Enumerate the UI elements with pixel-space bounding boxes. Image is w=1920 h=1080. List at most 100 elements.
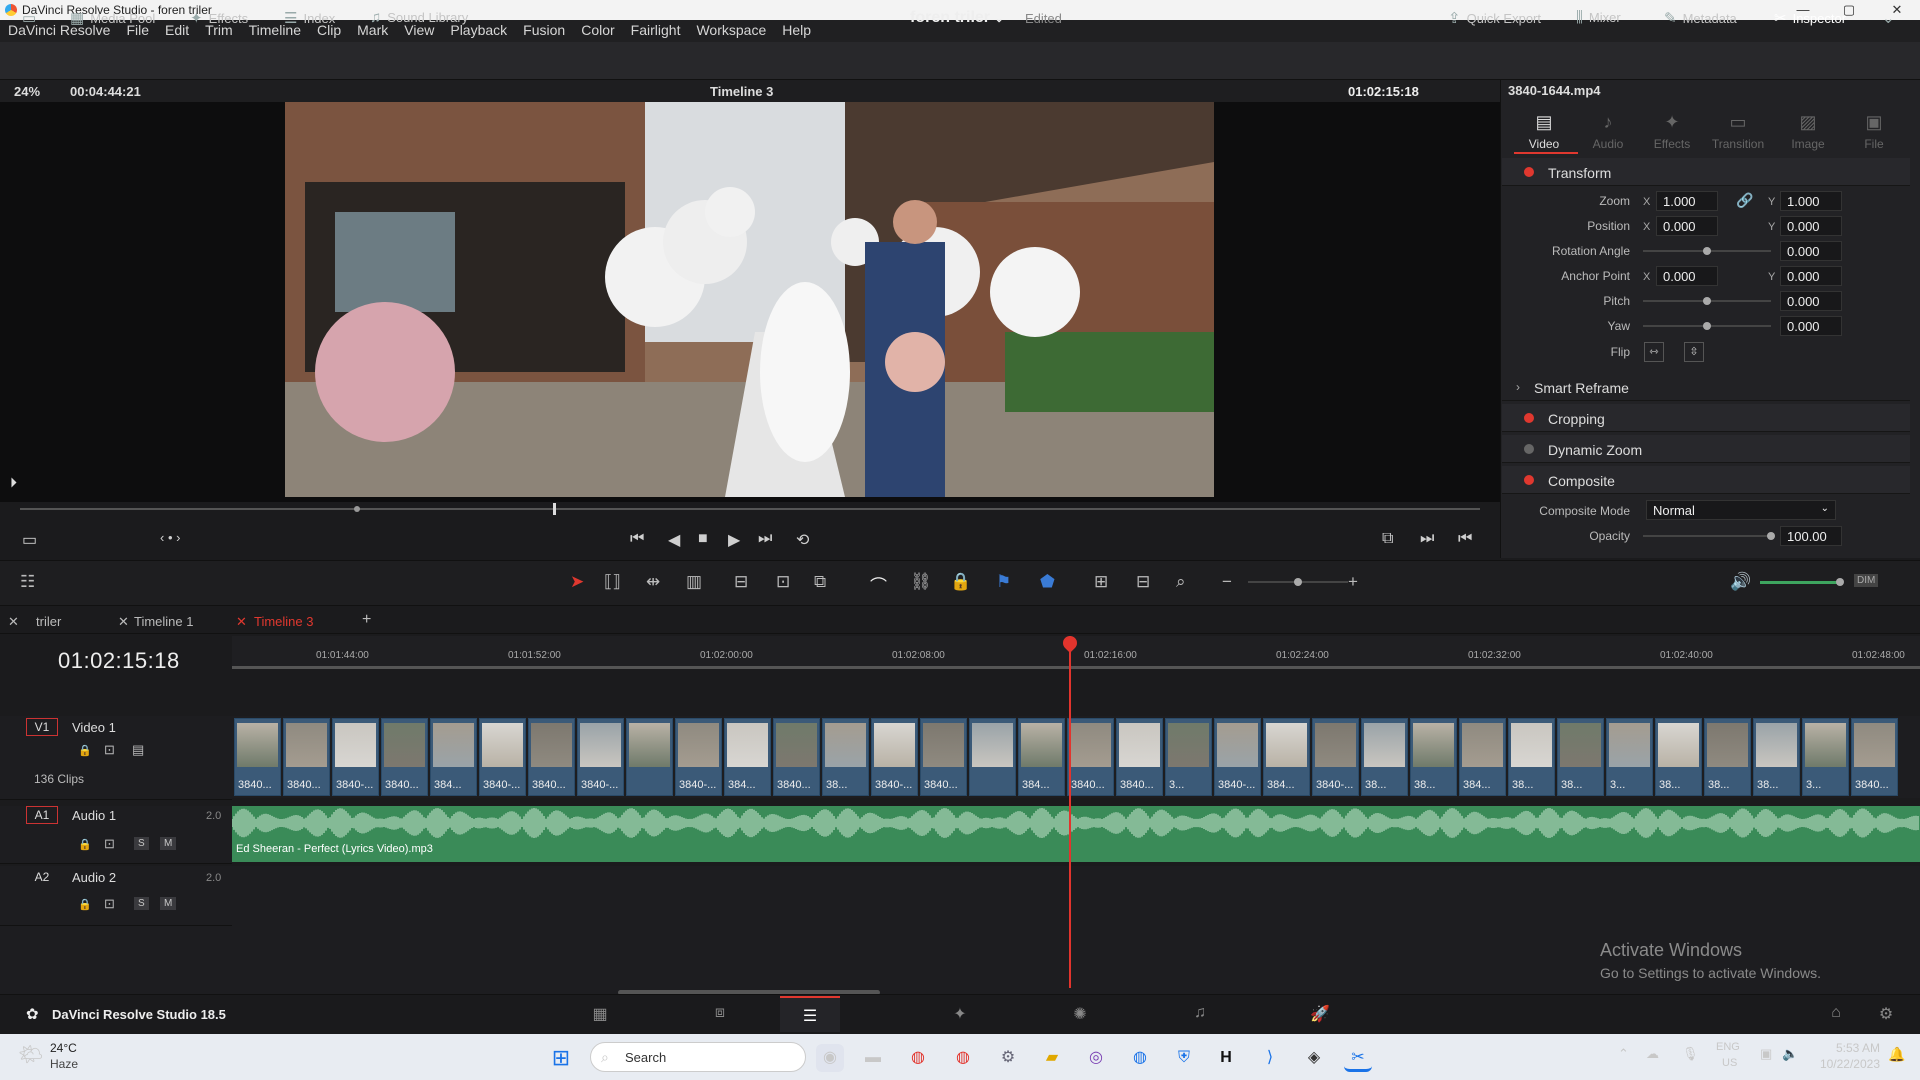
chevron-up-icon[interactable]: ⌃ [1618, 1046, 1629, 1062]
chrome-icon[interactable]: ◍ [904, 1044, 932, 1072]
copilot-icon[interactable]: ◉ [816, 1044, 844, 1072]
go-to-start-icon[interactable]: ⏮ [630, 530, 644, 548]
yaw-knob[interactable] [1703, 322, 1711, 330]
speaker-icon[interactable]: 🔈 [1782, 1046, 1798, 1062]
edit-page-icon[interactable]: ☰ [780, 996, 840, 1032]
flag-icon[interactable]: ⚑ [996, 572, 1011, 592]
cropping-section[interactable]: Cropping [1502, 404, 1910, 432]
notification-bell-icon[interactable]: 🔔 [1888, 1046, 1905, 1063]
play-icon[interactable]: ▶ [728, 530, 740, 550]
timeline-options-icon[interactable]: ☷ [20, 572, 35, 592]
dim-icon[interactable]: DIM [1854, 574, 1879, 587]
video-clip[interactable]: 384... [430, 718, 477, 796]
media-page-icon[interactable]: ▦ [570, 1004, 630, 1024]
track-name[interactable]: Audio 2 [72, 870, 116, 885]
transform-section[interactable]: Transform [1502, 158, 1910, 186]
security-shield-icon[interactable]: ⛨ [1170, 1044, 1198, 1072]
video-clip[interactable]: 3840-... [675, 718, 722, 796]
zoom-custom-icon[interactable]: ⌕ [1176, 572, 1186, 592]
scrubber-handle[interactable] [553, 503, 556, 515]
playhead[interactable] [1069, 636, 1071, 988]
video-clip[interactable]: 3840-... [332, 718, 379, 796]
tab-file[interactable]: ▣ File [1844, 112, 1904, 151]
video-clip[interactable]: 3840... [920, 718, 967, 796]
tab-image[interactable]: ▨ Image [1778, 112, 1838, 151]
tab-effects[interactable]: ✦ Effects [1642, 112, 1702, 151]
play-reverse-icon[interactable]: ◀ [668, 530, 680, 550]
lock-icon[interactable]: 🔒 [78, 838, 92, 851]
position-lock-icon[interactable]: 🔒 [950, 572, 971, 592]
settings-gear-icon[interactable]: ⚙ [1856, 1004, 1916, 1024]
track-header-a2[interactable]: A2 Audio 2 2.0 🔒 ⊡ S M [0, 866, 232, 926]
insert-clip-icon[interactable]: ⊟ [734, 572, 748, 592]
lock-icon[interactable]: 🔒 [78, 744, 92, 757]
sound-library-button[interactable]: ♫ Sound Library [370, 9, 468, 26]
video-clip[interactable]: 3... [1802, 718, 1849, 796]
linked-selection-icon[interactable]: ⛓ [910, 572, 932, 592]
enable-dot-icon[interactable] [1524, 444, 1534, 454]
snipping-tool-icon[interactable]: ✂ [1344, 1044, 1372, 1072]
chrome-alt-icon[interactable]: ◍ [1126, 1044, 1154, 1072]
anchor-y-field[interactable]: 0.000 [1780, 266, 1842, 286]
video-clip[interactable]: 384... [1263, 718, 1310, 796]
track-name[interactable]: Video 1 [72, 720, 116, 735]
mic-icon[interactable]: 🎙 [1682, 1046, 1699, 1062]
track-header-v1[interactable]: V1 Video 1 🔒 ⊡ ▤ 136 Clips [0, 716, 232, 800]
resolve-taskbar-icon[interactable]: ◈ [1300, 1044, 1328, 1072]
opacity-field[interactable]: 100.00 [1780, 526, 1842, 546]
flip-horizontal-icon[interactable]: ⇿ [1644, 342, 1664, 362]
blade-tool-icon[interactable]: ▥ [686, 572, 702, 592]
opacity-slider[interactable] [1643, 535, 1771, 537]
pitch-field[interactable]: 0.000 [1780, 291, 1842, 311]
solo-button[interactable]: S [134, 837, 149, 850]
video-clip[interactable]: 38... [1508, 718, 1555, 796]
volume-icon[interactable]: 🔊 [1730, 572, 1751, 592]
menu-color[interactable]: Color [573, 20, 622, 42]
replace-clip-icon[interactable]: ⧉ [814, 572, 826, 592]
close-button[interactable]: ✕ [1874, 0, 1920, 20]
video-clip[interactable]: 3... [1606, 718, 1653, 796]
trim-tool-icon[interactable]: ⟦⟧ [604, 572, 621, 592]
tab-timeline-1[interactable]: Timeline 1 [134, 614, 193, 629]
weather-icon[interactable]: 🌤 [18, 1042, 43, 1067]
zoom-out-icon[interactable]: − [1222, 572, 1232, 592]
loop-icon[interactable]: ⟲ [796, 530, 809, 550]
metadata-button[interactable]: ✎ Metadata [1664, 9, 1737, 27]
enable-dot-icon[interactable] [1524, 413, 1534, 423]
position-y-field[interactable]: 0.000 [1780, 216, 1842, 236]
cloud-icon[interactable]: ☁ [1646, 1046, 1659, 1062]
video-clip[interactable]: 3840... [773, 718, 820, 796]
add-tab-icon[interactable]: + [362, 611, 371, 629]
tab-triler[interactable]: triler [36, 614, 61, 629]
disable-video-icon[interactable]: ▤ [132, 742, 144, 758]
flip-vertical-icon[interactable]: ⇳ [1684, 342, 1704, 362]
link-icon[interactable]: 🔗 [1736, 192, 1753, 209]
zoom-full-icon[interactable]: ⊞ [1094, 572, 1108, 592]
volume-knob[interactable] [1836, 578, 1844, 586]
clock-date[interactable]: 10/22/2023 [1810, 1057, 1880, 1071]
tab-video[interactable]: ▤ Video [1514, 112, 1574, 151]
region[interactable]: US [1722, 1057, 1737, 1069]
video-track-lane[interactable]: 3840... 3840... 3840-... 3840... 384... 3840-… [232, 716, 1920, 798]
anchor-x-field[interactable]: 0.000 [1656, 266, 1718, 286]
snapping-icon[interactable]: ⌒ [870, 572, 887, 597]
video-clip[interactable]: 3840-... [479, 718, 526, 796]
dynamic-trim-icon[interactable]: ⇹ [646, 572, 660, 592]
video-clip[interactable]: 3840... [381, 718, 428, 796]
menu-fusion[interactable]: Fusion [515, 20, 573, 42]
auto-select-icon[interactable]: ⊡ [104, 836, 115, 852]
smart-reframe-section[interactable]: › Smart Reframe [1502, 373, 1910, 401]
position-x-field[interactable]: 0.000 [1656, 216, 1718, 236]
layout-icon[interactable]: ▭ [22, 9, 36, 27]
mute-button[interactable]: M [160, 897, 177, 910]
prev-edit-icon[interactable]: ⏮ [1458, 530, 1472, 548]
solo-button[interactable]: S [134, 897, 149, 910]
project-name[interactable]: foren triler ⌄ [910, 9, 1004, 27]
video-clip[interactable]: 38... [1410, 718, 1457, 796]
track-id[interactable]: A2 [26, 868, 58, 886]
close-tab-icon[interactable]: ✕ [118, 614, 129, 630]
video-clip[interactable]: 38... [822, 718, 869, 796]
marker-icon[interactable]: ⬟ [1040, 572, 1055, 592]
volume-slider[interactable] [1760, 581, 1840, 584]
zoom-in-icon[interactable]: + [1348, 572, 1358, 592]
